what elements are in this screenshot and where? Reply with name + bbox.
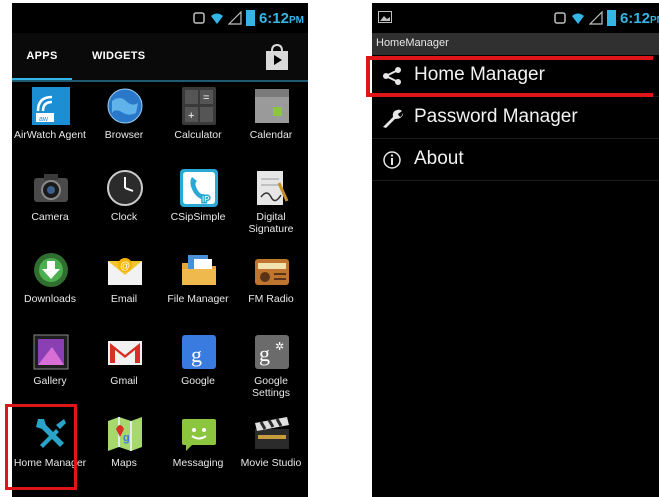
app-label: Google bbox=[181, 375, 215, 387]
app-fm-radio[interactable]: FM Radio bbox=[234, 251, 308, 331]
status-time: 6:12PM bbox=[258, 9, 304, 27]
google-settings-icon: g ✲ bbox=[255, 335, 289, 369]
app-label: CSipSimple bbox=[170, 211, 226, 223]
app-label: File Manager bbox=[167, 293, 229, 305]
google-icon: g bbox=[182, 335, 216, 369]
status-time: 6:12PM bbox=[619, 9, 659, 27]
tab-apps[interactable]: APPS bbox=[12, 33, 72, 81]
clapper-icon bbox=[255, 417, 289, 449]
app-google-settings[interactable]: g ✲ Google Settings bbox=[234, 333, 308, 413]
svg-text:@: @ bbox=[120, 261, 130, 272]
wifi-icon bbox=[210, 13, 223, 24]
app-google[interactable]: g Google bbox=[161, 333, 235, 413]
app-label: Email bbox=[110, 293, 138, 305]
app-movie-studio[interactable]: Movie Studio bbox=[234, 415, 308, 495]
wifi-icon bbox=[571, 13, 584, 24]
globe-icon bbox=[107, 88, 143, 124]
app-calendar[interactable]: Calendar bbox=[234, 87, 308, 167]
calendar-icon bbox=[255, 89, 289, 123]
svg-text:aw: aw bbox=[39, 116, 49, 123]
app-label: Google Settings bbox=[252, 375, 290, 399]
radio-icon bbox=[255, 259, 289, 285]
app-label: Browser bbox=[104, 129, 144, 141]
app-label: Gmail bbox=[110, 375, 138, 387]
messaging-icon bbox=[182, 419, 216, 451]
menu-item-about[interactable]: About bbox=[372, 139, 659, 181]
app-label: Movie Studio bbox=[240, 457, 302, 469]
app-label: Downloads bbox=[24, 293, 76, 305]
app-digital-signature[interactable]: Digital Signature bbox=[234, 169, 308, 249]
app-file-manager[interactable]: File Manager bbox=[161, 251, 235, 331]
app-label: Calendar bbox=[249, 129, 293, 141]
wrench-icon bbox=[383, 109, 403, 128]
app-label: FM Radio bbox=[248, 293, 294, 305]
svg-text:g: g bbox=[259, 341, 270, 366]
app-csipsimple[interactable]: IP CSipSimple bbox=[161, 169, 235, 249]
tab-widgets[interactable]: WIDGETS bbox=[92, 33, 145, 81]
app-label: Digital Signature bbox=[248, 211, 294, 235]
app-label: Clock bbox=[110, 211, 138, 223]
gmail-icon bbox=[108, 341, 142, 365]
battery-icon bbox=[606, 10, 616, 26]
svg-text:g: g bbox=[191, 342, 202, 367]
app-messaging[interactable]: Messaging bbox=[161, 415, 235, 495]
svg-text:=: = bbox=[203, 92, 209, 104]
app-gmail[interactable]: Gmail bbox=[87, 333, 161, 413]
app-label: Camera bbox=[31, 211, 69, 223]
signal-icon bbox=[588, 11, 603, 25]
picture-icon bbox=[378, 11, 392, 23]
battery-icon bbox=[245, 10, 255, 26]
camera-icon bbox=[34, 174, 68, 202]
svg-text:✲: ✲ bbox=[275, 340, 284, 353]
email-icon: @ bbox=[108, 258, 142, 285]
file-manager-icon bbox=[182, 255, 216, 285]
app-gallery[interactable]: Gallery bbox=[13, 333, 87, 413]
phone-ip-icon: IP bbox=[180, 169, 218, 207]
app-label: Calculator bbox=[174, 129, 222, 141]
app-calculator[interactable]: + = Calculator bbox=[161, 87, 235, 167]
highlight-home-manager-app bbox=[5, 404, 77, 490]
tab-divider bbox=[12, 80, 308, 82]
app-downloads[interactable]: Downloads bbox=[13, 251, 87, 331]
svg-text:IP: IP bbox=[202, 195, 210, 204]
drawer-tab-bar: APPS WIDGETS bbox=[12, 33, 308, 81]
app-camera[interactable]: Camera bbox=[13, 169, 87, 249]
app-browser[interactable]: Browser bbox=[87, 87, 161, 167]
app-label: AirWatch Agent bbox=[14, 129, 86, 141]
svg-text:+: + bbox=[188, 110, 194, 122]
airwatch-icon: aw bbox=[32, 87, 70, 125]
maps-icon: g bbox=[108, 417, 142, 451]
menu-item-password-manager[interactable]: Password Manager bbox=[372, 97, 659, 139]
play-store-icon[interactable] bbox=[264, 43, 290, 71]
app-maps[interactable]: g Maps bbox=[87, 415, 161, 495]
calculator-icon: + = bbox=[182, 87, 216, 125]
app-clock[interactable]: Clock bbox=[87, 169, 161, 249]
app-label: Messaging bbox=[172, 457, 224, 469]
menu-item-label: About bbox=[414, 148, 464, 169]
menu-item-label: Password Manager bbox=[414, 106, 578, 127]
status-bar: 6:12PM bbox=[12, 3, 308, 33]
app-email[interactable]: @ Email bbox=[87, 251, 161, 331]
status-bar: 6:12PM bbox=[372, 3, 659, 33]
sync-icon bbox=[554, 12, 566, 24]
action-bar-title: HomeManager bbox=[376, 37, 449, 49]
gallery-icon bbox=[33, 334, 69, 370]
info-icon bbox=[383, 151, 401, 169]
action-bar: HomeManager bbox=[372, 33, 659, 55]
signature-icon bbox=[257, 171, 289, 205]
svg-text:g: g bbox=[123, 432, 130, 444]
app-airwatch-agent[interactable]: aw AirWatch Agent bbox=[13, 87, 87, 167]
app-label: Gallery bbox=[33, 375, 67, 387]
download-icon bbox=[34, 253, 68, 287]
app-label: Maps bbox=[111, 457, 137, 469]
highlight-home-manager-menu-item bbox=[366, 56, 653, 97]
sync-icon bbox=[193, 12, 205, 24]
signal-icon bbox=[227, 11, 242, 25]
clock-icon bbox=[107, 170, 143, 206]
